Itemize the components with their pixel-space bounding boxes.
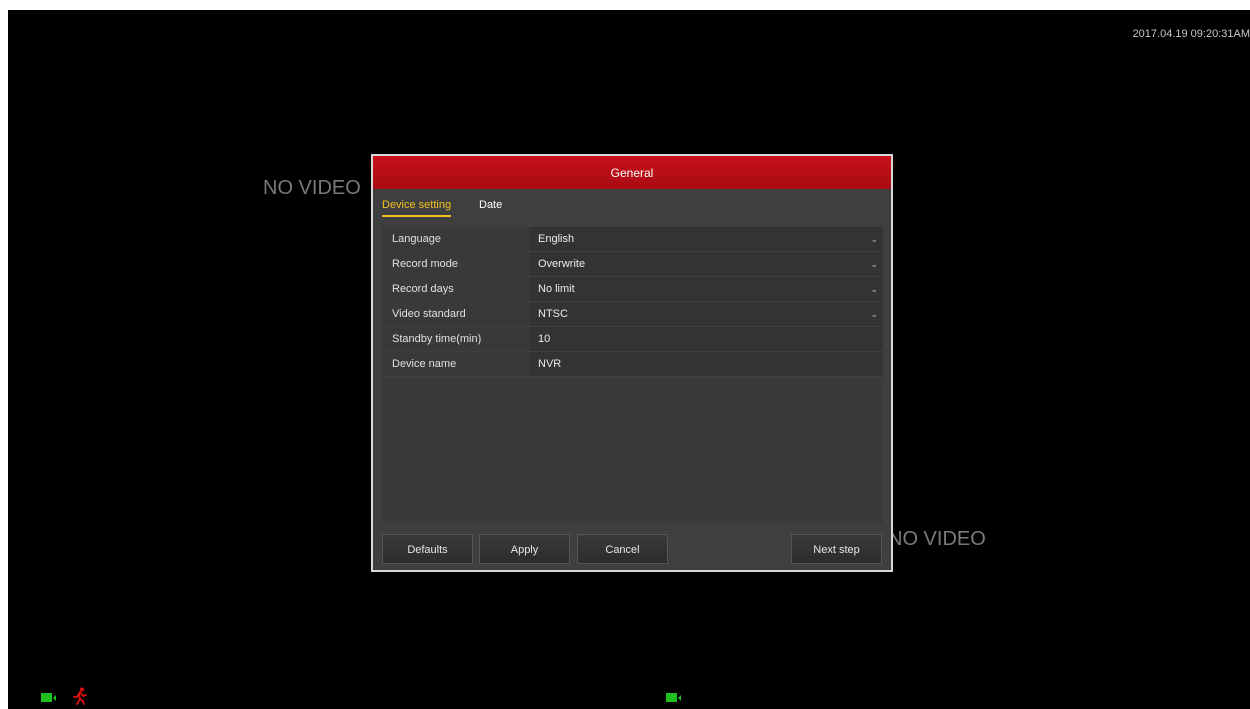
setting-label: Standby time(min) [382, 327, 529, 351]
setting-label: Record mode [382, 252, 529, 276]
standby-time-input[interactable]: 10 [530, 327, 883, 351]
next-step-button[interactable]: Next step [791, 534, 882, 564]
select-value: English [538, 233, 575, 245]
chevron-down-icon: ⌄ [870, 259, 878, 269]
system-timestamp: 2017.04.19 09:20:31AM [1132, 28, 1250, 40]
setting-row-device-name: Device name NVR [382, 352, 883, 376]
dialog-title: General [373, 156, 891, 189]
tab-date[interactable]: Date [479, 199, 502, 211]
setting-row-video-standard: Video standard NTSC ⌄ [382, 302, 883, 326]
active-tab-indicator [382, 215, 451, 217]
no-video-label: NO VIDEO [263, 177, 361, 199]
running-person-icon [73, 687, 87, 705]
device-name-input[interactable]: NVR [530, 352, 883, 376]
setting-row-language: Language English ⌄ [382, 227, 883, 251]
select-value: No limit [538, 283, 575, 295]
tab-label: Device setting [382, 199, 452, 211]
settings-empty-area [382, 378, 883, 524]
cancel-button[interactable]: Cancel [577, 534, 668, 564]
select-value: Overwrite [538, 258, 586, 270]
setting-label: Video standard [382, 302, 529, 326]
video-screen: 2017.04.19 09:20:31AM NO VIDEO NO VIDEO … [8, 10, 1250, 709]
setting-row-record-days: Record days No limit ⌄ [382, 277, 883, 301]
tab-bar: Device setting Date [373, 189, 891, 223]
video-standard-select[interactable]: NTSC ⌄ [530, 302, 883, 326]
chevron-down-icon: ⌄ [870, 284, 878, 294]
record-days-select[interactable]: No limit ⌄ [530, 277, 883, 301]
record-mode-select[interactable]: Overwrite ⌄ [530, 252, 883, 276]
setting-label: Device name [382, 352, 529, 376]
camera-icon [666, 693, 681, 702]
tab-label: Date [479, 199, 503, 211]
general-settings-dialog: General Device setting Date Language Eng… [371, 154, 893, 572]
setting-row-standby-time: Standby time(min) 10 [382, 327, 883, 351]
select-value: NTSC [538, 308, 568, 320]
chevron-down-icon: ⌄ [870, 309, 878, 319]
language-select[interactable]: English ⌄ [530, 227, 883, 251]
apply-button[interactable]: Apply [479, 534, 570, 564]
setting-label: Language [382, 227, 529, 251]
no-video-label: NO VIDEO [888, 528, 986, 550]
setting-label: Record days [382, 277, 529, 301]
setting-row-record-mode: Record mode Overwrite ⌄ [382, 252, 883, 276]
settings-list: Language English ⌄ Record mode Overwrite… [382, 227, 883, 377]
defaults-button[interactable]: Defaults [382, 534, 473, 564]
chevron-down-icon: ⌄ [870, 234, 878, 244]
tab-device-setting[interactable]: Device setting [382, 199, 452, 217]
camera-icon [41, 693, 56, 702]
